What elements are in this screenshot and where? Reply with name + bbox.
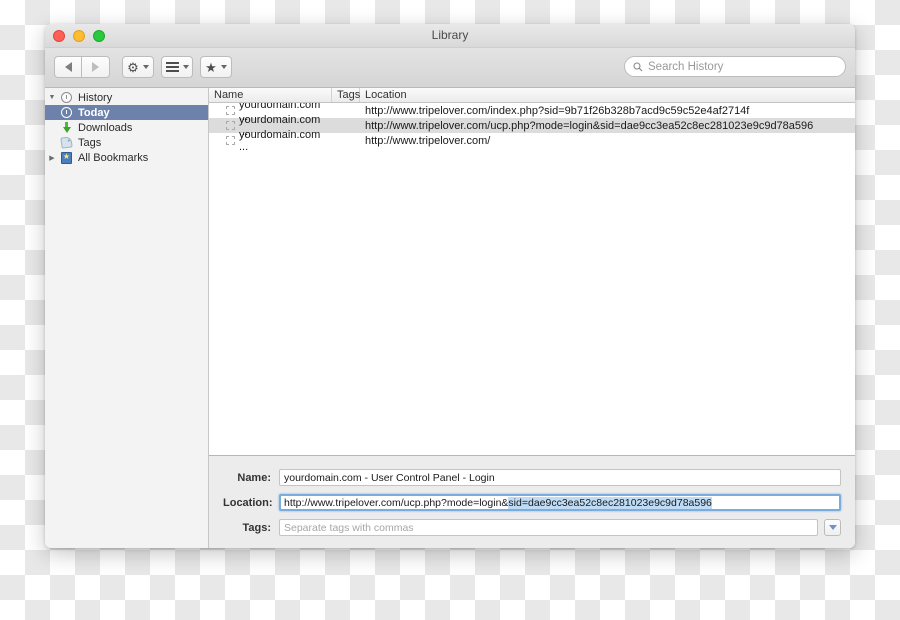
favicon-placeholder-icon xyxy=(226,136,235,145)
tags-field-label: Tags: xyxy=(242,521,271,534)
bookmark-star-icon: ★ xyxy=(205,59,217,75)
chevron-down-icon xyxy=(142,65,149,69)
row-name-text: yourdomain.com ... xyxy=(239,128,321,153)
tag-icon xyxy=(59,136,74,149)
back-button[interactable] xyxy=(54,56,82,78)
cell-location: http://www.tripelover.com/index.php?sid=… xyxy=(365,104,750,117)
sidebar-item-label: All Bookmarks xyxy=(78,151,149,164)
back-arrow-icon xyxy=(64,62,72,72)
location-input[interactable]: http://www.tripelover.com/ucp.php?mode=l… xyxy=(279,494,841,511)
sidebar-item-downloads[interactable]: Downloads xyxy=(45,120,208,135)
chevron-down-icon xyxy=(182,65,189,69)
location-field-label: Location: xyxy=(223,496,273,509)
tags-input[interactable]: Separate tags with commas xyxy=(279,519,818,536)
chevron-down-icon xyxy=(828,525,837,530)
name-input[interactable]: yourdomain.com - User Control Panel - Lo… xyxy=(279,469,841,486)
cell-name: yourdomain.com ... xyxy=(209,129,332,153)
name-field-label: Name: xyxy=(237,471,271,484)
cell-location: http://www.tripelover.com/ucp.php?mode=l… xyxy=(365,119,814,132)
column-header-location[interactable]: Location xyxy=(360,88,855,102)
location-input-value-selection: sid=dae9cc3ea52c8ec281023e9c9d78a596 xyxy=(508,496,712,509)
gear-icon: ⚙ xyxy=(127,59,139,75)
sidebar-item-tags[interactable]: Tags xyxy=(45,135,208,150)
disclosure-triangle-collapsed-icon[interactable]: ▶ xyxy=(45,154,59,162)
download-icon xyxy=(59,121,74,134)
column-headers: Name Tags Location xyxy=(209,88,855,103)
sidebar-item-label: History xyxy=(78,91,113,104)
view-menu-button-group xyxy=(161,56,193,78)
clock-icon xyxy=(59,107,74,118)
column-header-tags[interactable]: Tags xyxy=(332,88,360,102)
sidebar-item-history[interactable]: ▼ History xyxy=(45,90,208,105)
search-input-placeholder: Search History xyxy=(648,60,724,73)
sidebar-item-label: Downloads xyxy=(78,121,133,134)
location-input-value-prefix: http://www.tripelover.com/ucp.php?mode=l… xyxy=(284,496,509,509)
sidebar-item-today[interactable]: Today xyxy=(45,105,208,120)
detail-pane: Name: yourdomain.com - User Control Pane… xyxy=(209,455,855,548)
organize-menu-button[interactable]: ⚙ xyxy=(122,56,154,78)
search-field[interactable]: Search History xyxy=(624,56,846,77)
clock-icon xyxy=(59,92,74,103)
forward-arrow-icon xyxy=(92,62,99,72)
window-titlebar: Library xyxy=(45,24,855,48)
window-title: Library xyxy=(431,28,469,42)
search-icon xyxy=(633,61,643,71)
tags-dropdown-button[interactable] xyxy=(824,519,841,536)
disclosure-triangle-expanded-icon[interactable]: ▼ xyxy=(45,94,59,101)
import-menu-button-group: ★ xyxy=(200,56,232,78)
book-icon xyxy=(59,151,74,164)
tags-field-row: Tags: Separate tags with commas xyxy=(223,519,841,536)
forward-button[interactable] xyxy=(82,56,110,78)
library-window: Library ⚙ ★ Search History ▼ History Tod… xyxy=(45,24,855,548)
location-field-row: Location: http://www.tripelover.com/ucp.… xyxy=(223,494,841,511)
column-header-name[interactable]: Name xyxy=(209,88,332,102)
toolbar: ⚙ ★ Search History xyxy=(45,48,855,88)
sidebar-item-label: Tags xyxy=(78,136,102,149)
main-panel: Name Tags Location yourdomain.com ... ht… xyxy=(209,88,855,548)
list-view-icon xyxy=(165,62,179,72)
sidebar-item-label: Today xyxy=(78,106,110,119)
tags-input-placeholder: Separate tags with commas xyxy=(284,521,414,534)
table-row[interactable]: yourdomain.com ... http://www.tripelover… xyxy=(209,129,855,153)
navigation-buttons xyxy=(54,56,110,78)
sidebar: ▼ History Today Downloads Tags ▶ All Boo… xyxy=(45,88,209,548)
sidebar-item-all-bookmarks[interactable]: ▶ All Bookmarks xyxy=(45,150,208,165)
history-list: yourdomain.com ... http://www.tripelover… xyxy=(209,103,855,455)
name-field-row: Name: yourdomain.com - User Control Pane… xyxy=(223,469,841,486)
organize-menu-button-group: ⚙ xyxy=(122,56,154,78)
name-input-value: yourdomain.com - User Control Panel - Lo… xyxy=(284,471,495,484)
cell-location: http://www.tripelover.com/ xyxy=(365,134,491,147)
window-content: ▼ History Today Downloads Tags ▶ All Boo… xyxy=(45,88,855,548)
import-export-menu-button[interactable]: ★ xyxy=(200,56,232,78)
chevron-down-icon xyxy=(220,65,227,69)
view-menu-button[interactable] xyxy=(161,56,193,78)
